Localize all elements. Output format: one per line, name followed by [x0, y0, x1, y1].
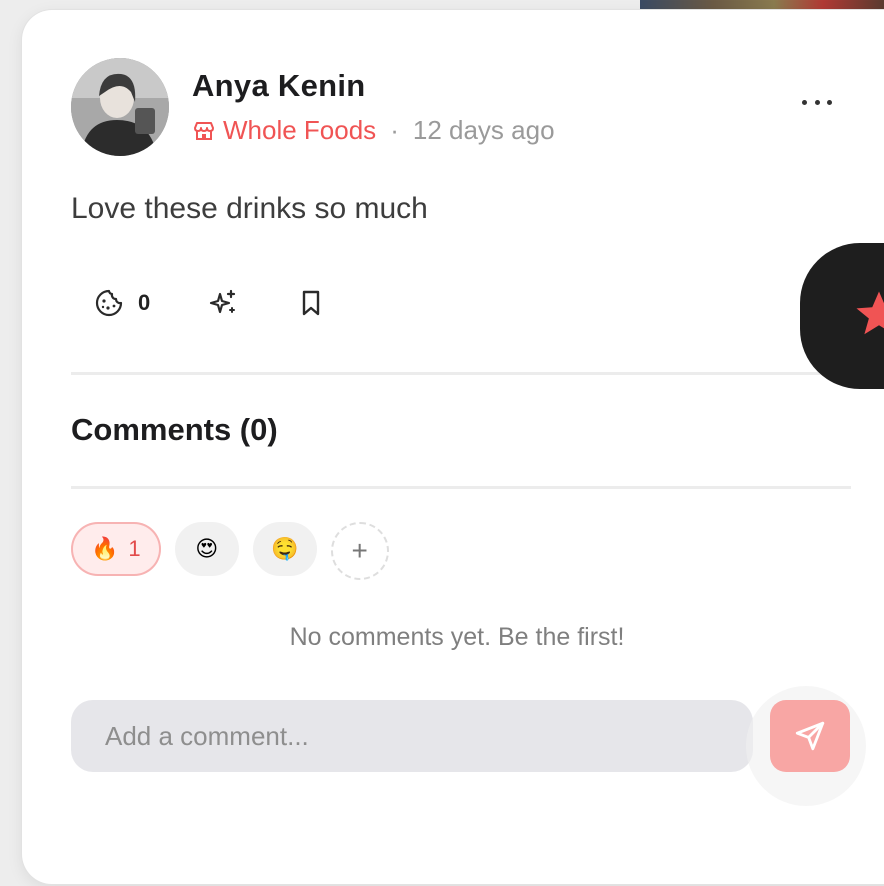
- store-link[interactable]: Whole Foods: [223, 115, 376, 146]
- sparkle-button[interactable]: [208, 288, 238, 318]
- reaction-fire[interactable]: 🔥 1: [71, 522, 161, 576]
- avatar[interactable]: [71, 58, 169, 156]
- sparkles-icon: [210, 289, 236, 314]
- plus-icon: +: [351, 535, 368, 566]
- divider: [71, 486, 851, 489]
- reaction-count: 1: [128, 536, 141, 561]
- star-icon: [856, 291, 884, 335]
- empty-comments-message: No comments yet. Be the first!: [289, 623, 625, 651]
- drooling-face-icon: 🤤: [270, 536, 299, 561]
- meta-separator: ·: [390, 115, 399, 145]
- cookie-button[interactable]: 0: [94, 288, 150, 318]
- add-reaction-button[interactable]: +: [330, 522, 389, 580]
- bookmark-button[interactable]: [296, 288, 326, 318]
- post-card: Anya Kenin Whole Foods · 12 days ago Lov…: [22, 10, 884, 884]
- author-name[interactable]: Anya Kenin: [192, 68, 366, 104]
- send-button[interactable]: [770, 700, 850, 772]
- post-text: Love these drinks so much: [71, 192, 428, 225]
- post-meta: Whole Foods · 12 days ago: [192, 115, 555, 146]
- send-icon: [795, 721, 825, 751]
- reactions-bar: 🔥 1 😍 🤤 +: [71, 522, 389, 580]
- comment-input[interactable]: [71, 700, 753, 772]
- cookie-count: 0: [138, 290, 151, 315]
- store-icon: [194, 121, 214, 140]
- cookie-icon: [95, 289, 123, 317]
- divider: [71, 372, 851, 375]
- more-options-button[interactable]: [802, 92, 832, 112]
- post-actions: 0: [94, 288, 326, 318]
- more-horizontal-icon: [802, 99, 807, 105]
- fire-icon: 🔥: [91, 536, 119, 561]
- post-time: 12 days ago: [412, 115, 555, 145]
- comments-heading: Comments (0): [71, 412, 278, 447]
- bookmark-icon: [303, 290, 320, 316]
- reaction-heart-eyes[interactable]: 😍: [174, 522, 239, 576]
- reaction-drooling[interactable]: 🤤: [252, 522, 317, 576]
- heart-eyes-icon: 😍: [195, 536, 219, 561]
